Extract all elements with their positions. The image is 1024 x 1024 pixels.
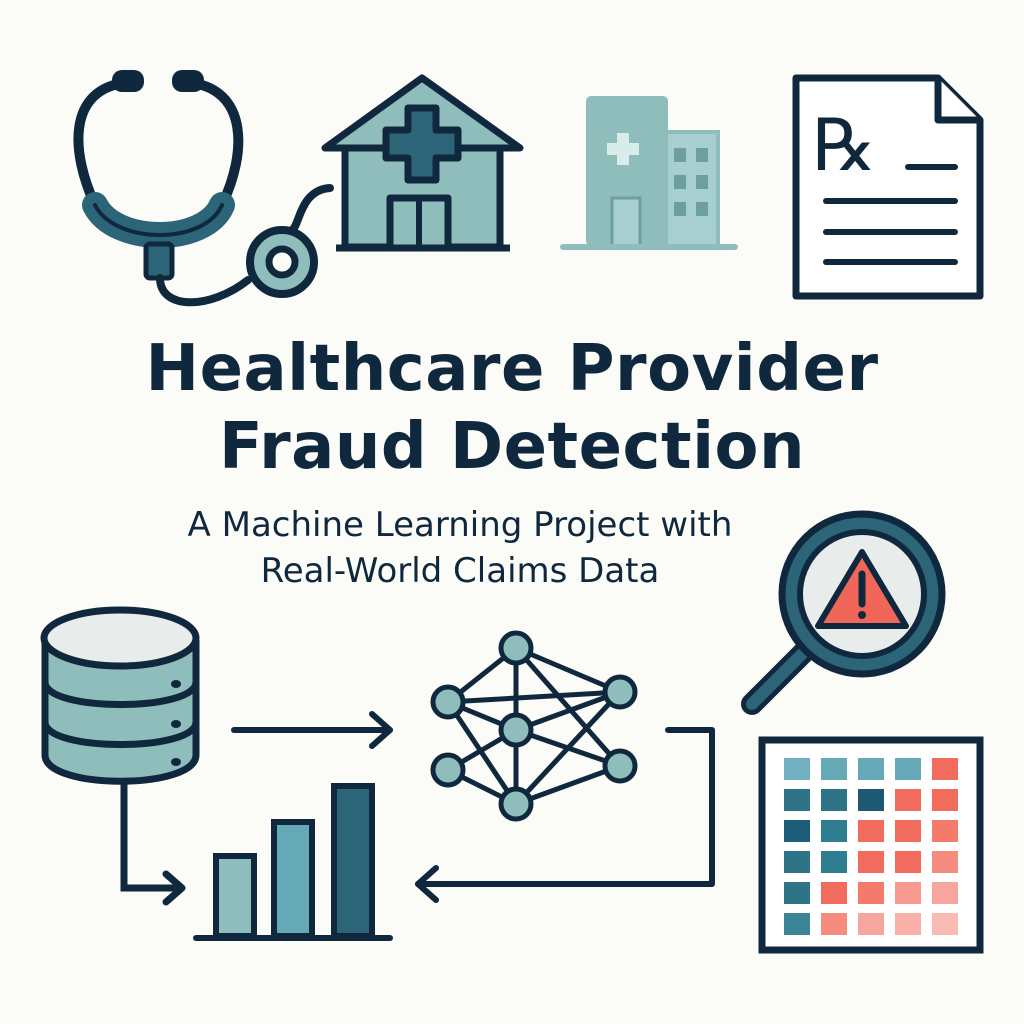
heatmap-cell [821,851,847,873]
heatmap-cell [895,789,921,811]
heatmap-cell [932,758,958,780]
heatmap-cell [858,758,884,780]
arrow-left-icon [415,727,715,903]
heatmap-cell [821,882,847,904]
heatmap-cell [858,851,884,873]
database-icon [40,606,200,906]
heatmap-cell [858,789,884,811]
heatmap-cell [932,882,958,904]
heatmap-cell [895,913,921,935]
heatmap-cell [784,758,810,780]
page-title-line-2: Fraud Detection [218,410,806,484]
page-title-line-1: Healthcare Provider [145,332,879,406]
neural-network-icon [430,630,638,822]
heatmap-cell [858,913,884,935]
bar-chart-icon [193,783,393,941]
heatmap-cell [858,820,884,842]
heatmap-cell [895,851,921,873]
heatmap-cell [821,789,847,811]
prescription-icon: ℞ [792,74,984,300]
heatmap-icon [758,736,984,954]
heatmap-cell [821,913,847,935]
page-subtitle-line-1: A Machine Learning Project with [187,505,733,545]
heatmap-cell [932,820,958,842]
heatmap-cell [784,913,810,935]
house-medical-icon [321,74,524,252]
heatmap-cell [858,882,884,904]
arrow-right-icon [231,711,393,749]
heatmap-cell [895,820,921,842]
heatmap-cell [895,882,921,904]
heatmap-cell [821,820,847,842]
heatmap-cell [932,851,958,873]
heatmap-cell [784,851,810,873]
heatmap-cell [784,882,810,904]
page-subtitle: A Machine Learning Project with Real-Wor… [80,502,840,594]
heatmap-cell [784,789,810,811]
heatmap-cell [784,820,810,842]
heatmap-cell [821,758,847,780]
stethoscope-icon [73,70,334,307]
page-title: Healthcare Provider Fraud Detection [0,330,1024,486]
page-subtitle-line-2: Real-World Claims Data [260,551,660,591]
hospital-building-icon [560,96,738,250]
heatmap-cell [932,789,958,811]
heatmap-cell [895,758,921,780]
heatmap-cell [932,913,958,935]
prescription-symbol: ℞ [812,103,877,187]
poster-canvas: ℞ Healthcare Provider Fraud Detection A … [0,0,1024,1024]
